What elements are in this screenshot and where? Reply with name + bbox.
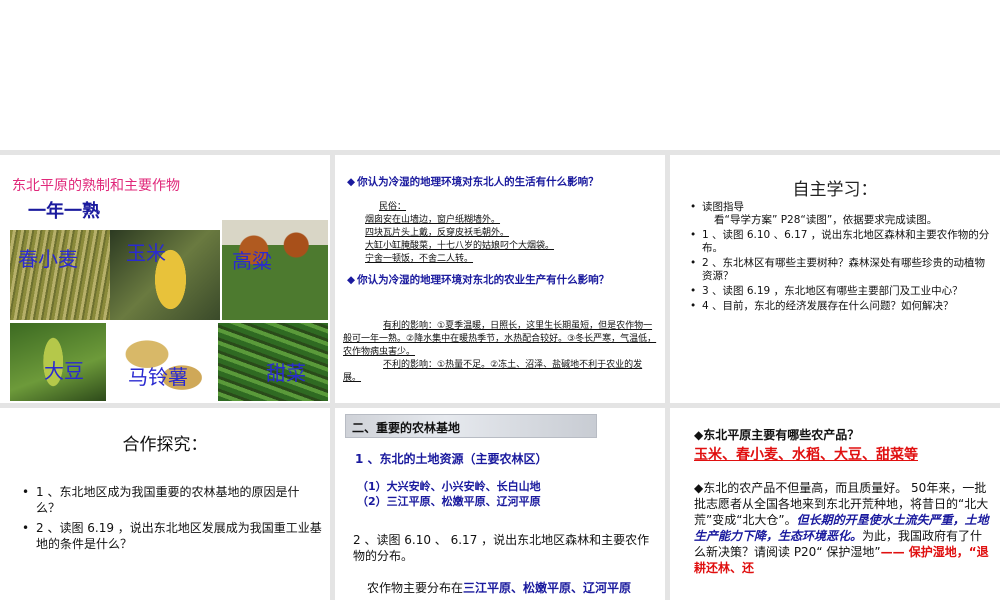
products-answer: 玉米、春小麦、水稻、大豆、甜菜等 xyxy=(694,447,918,463)
list-item: 读图指导 看“导学方案” P28“读图”，依据要求完成读图。 xyxy=(690,201,995,227)
crop-label: 马铃薯 xyxy=(128,365,188,389)
custom-line: 宁舍一顿饭，不舍二人转。 xyxy=(365,254,474,264)
slide-title: 合作探究： xyxy=(122,435,208,455)
section-header-bar: 二、重要的农林基地 xyxy=(345,414,597,438)
list-item: 4 、目前，东北的经济发展存在什么问题？如何解决？ xyxy=(690,300,995,313)
favorable-impact: 有利的影响：①夏季温暖，日照长，这里生长期虽短，但是农作物一般可一年一熟。②降水… xyxy=(343,321,657,357)
land-resource-heading: 1 、东北的土地资源（主要农林区） xyxy=(355,452,548,466)
list-item: 1 、东北地区成为我国重要的农林基地的原因是什么？ xyxy=(22,484,322,516)
question-agriculture: ◆ 你认为冷湿的地理环境对东北的农业生产有什么影响？ xyxy=(347,274,610,286)
diamond-icon: ◆ xyxy=(347,176,356,188)
mountain-list: （1）大兴安岭、小兴安岭、长白山地 xyxy=(357,480,541,493)
diamond-icon: ◆ xyxy=(347,274,356,286)
products-question: ◆东北平原主要有哪些农产品？ xyxy=(694,428,860,442)
slide-crops[interactable]: 东北平原的熟制和主要作物 一年一熟 春小麦 玉米 高粱 大豆 马铃薯 甜菜 xyxy=(0,155,330,403)
custom-line: 大缸小缸腌酸菜，十七八岁的姑娘叼个大烟袋。 xyxy=(365,241,555,251)
list-item: 2 、读图 6.19 ，说出东北地区发展成为我国重工业基地的条件是什么？ xyxy=(22,520,322,552)
customs-label: 民俗： xyxy=(379,202,407,212)
crop-label: 高粱 xyxy=(232,249,272,273)
list-item: 1 、读图 6.10 、6.17 ，说出东北地区森林和主要农作物的分布。 xyxy=(690,229,995,255)
slide-climate-impact[interactable]: ◆ 你认为冷湿的地理环境对东北人的生活有什么影响？ 民俗： 烟囱安在山墙边，窗户纸… xyxy=(335,155,665,403)
products-paragraph: ◆东北的农产品不但量高，而且质量好。 50年来，一批批志愿者从全国各地来到东北开… xyxy=(694,481,989,575)
reading-task: 2 、读图 6.10 、 6.17 ，说出东北地区森林和主要农作物的分布。 xyxy=(353,533,650,563)
custom-line: 四块瓦片头上戴，反穿皮袄毛朝外。 xyxy=(365,228,510,238)
crop-label: 春小麦 xyxy=(18,247,78,271)
list-item: 3 、读图 6.19 ，东北地区有哪些主要部门及工业中心？ xyxy=(690,285,995,298)
slide-agri-forest-base[interactable]: 二、重要的农林基地 1 、东北的土地资源（主要农林区） （1）大兴安岭、小兴安岭… xyxy=(335,408,665,600)
slide-title: 东北平原的熟制和主要作物 xyxy=(12,178,180,194)
slide-self-study[interactable]: 自主学习： 读图指导 看“导学方案” P28“读图”，依据要求完成读图。 1 、… xyxy=(670,155,1000,403)
blank-area xyxy=(0,0,1000,150)
slide-subtitle: 一年一熟 xyxy=(28,201,100,222)
crop-label: 甜菜 xyxy=(266,361,306,385)
custom-line: 烟囱安在山墙边，窗户纸糊墙外。 xyxy=(365,215,501,225)
customs-block: 民俗： 烟囱安在山墙边，窗户纸糊墙外。 四块瓦片头上戴，反穿皮袄毛朝外。 大缸小… xyxy=(365,201,554,266)
impact-text: 有利的影响：①夏季温暖，日照长，这里生长期虽短，但是农作物一般可一年一熟。②降水… xyxy=(343,320,657,385)
slide-agri-products[interactable]: ◆东北平原主要有哪些农产品？ 玉米、春小麦、水稻、大豆、甜菜等 ◆东北的农产品不… xyxy=(670,408,1000,600)
slide-title: 自主学习： xyxy=(792,180,878,200)
list-item: 2 、东北林区有哪些主要树种？森林深处有哪些珍贵的动植物资源？ xyxy=(690,257,995,283)
inquiry-list: 1 、东北地区成为我国重要的农林基地的原因是什么？ 2 、读图 6.19 ，说出… xyxy=(22,484,322,556)
section-header: 二、重要的农林基地 xyxy=(352,421,461,435)
plain-list: （2）三江平原、松嫩平原、辽河平原 xyxy=(357,495,541,508)
crop-label: 大豆 xyxy=(44,359,84,383)
study-list: 读图指导 看“导学方案” P28“读图”，依据要求完成读图。 1 、读图 6.1… xyxy=(690,201,995,315)
crop-distribution: 农作物主要分布在三江平原、松嫩平原、辽河平原 xyxy=(367,581,632,595)
slide-cooperative-inquiry[interactable]: 合作探究： 1 、东北地区成为我国重要的农林基地的原因是什么？ 2 、读图 6.… xyxy=(0,408,330,600)
crop-label: 玉米 xyxy=(126,241,166,265)
question-life: ◆ 你认为冷湿的地理环境对东北人的生活有什么影响？ xyxy=(347,176,599,188)
unfavorable-impact: 不利的影响：①热量不足。②冻土、沼泽、盐碱地不利于农业的发展。 xyxy=(343,360,643,383)
